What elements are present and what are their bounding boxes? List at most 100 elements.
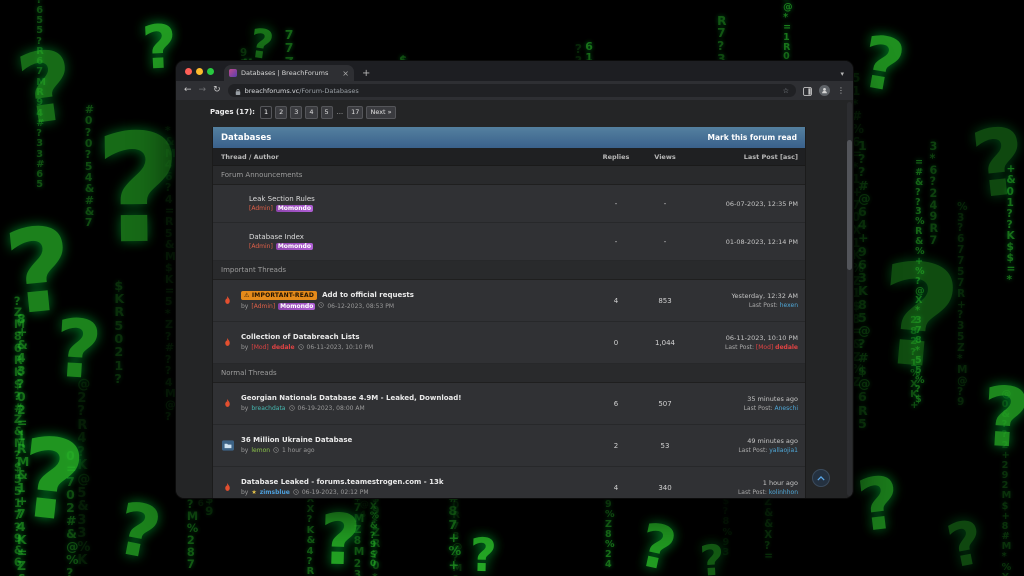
address-bar[interactable]: breachforums.vc/Forum-Databases ☆ — [228, 84, 796, 97]
thread-author-line: by ★ zimsblue 06-19-2023, 02:12 PM — [241, 489, 444, 497]
tab-favicon-icon — [229, 69, 237, 77]
author-link[interactable]: Momondo — [278, 303, 315, 310]
page-button-5[interactable]: 5 — [321, 106, 333, 119]
last-post-time: 06-11-2023, 10:10 PM — [689, 334, 798, 342]
thread-author-line: [Admin] Momondo — [249, 205, 315, 212]
last-post-cell: 06-11-2023, 10:10 PM Last Post: [Mod] de… — [689, 334, 805, 352]
new-tab-button[interactable]: + — [362, 68, 370, 79]
forum-title: Databases — [221, 133, 271, 143]
last-post-cell: 49 minutes ago Last Post: yallaojia1 — [689, 437, 805, 455]
replies-count: - — [591, 200, 641, 208]
scrollbar-thumb[interactable] — [847, 140, 852, 270]
last-post-user-link[interactable]: yallaojia1 — [769, 447, 798, 454]
replies-count: - — [591, 238, 641, 246]
column-replies[interactable]: Replies — [591, 153, 641, 161]
last-post-time: 06-07-2023, 12:35 PM — [689, 200, 805, 208]
tab-close-icon[interactable]: × — [342, 69, 349, 78]
author-link[interactable]: lemon — [251, 447, 270, 454]
pagination-label: Pages (17): — [210, 108, 255, 116]
reload-button[interactable]: ↻ — [213, 86, 221, 95]
thread-title-link[interactable]: Database Leaked - forums.teamestrogen.co… — [241, 478, 444, 486]
scroll-to-top-button[interactable] — [812, 469, 830, 487]
matrix-question-mark: ? — [980, 377, 1024, 462]
last-post-time: 35 minutes ago — [689, 395, 798, 403]
thread-title-link[interactable]: Leak Section Rules — [249, 195, 315, 203]
mark-forum-read-link[interactable]: Mark this forum read — [708, 133, 798, 142]
url-host: breachforums.vc — [245, 87, 300, 95]
last-post-time: Yesterday, 12:32 AM — [689, 292, 798, 300]
zoom-window-button[interactable] — [207, 68, 214, 75]
clock-icon — [318, 302, 324, 310]
author-rank-prefix: [Admin] — [249, 243, 273, 250]
matrix-question-mark: ? — [854, 466, 904, 542]
last-post-user-link[interactable]: kolinhhon — [769, 489, 798, 496]
last-post-user-link[interactable]: hexen — [780, 302, 798, 309]
last-post-time: 01-08-2023, 12:14 PM — [689, 238, 805, 246]
url-path: /Forum-Databases — [299, 87, 359, 95]
close-window-button[interactable] — [185, 68, 192, 75]
column-last-post[interactable]: Last Post [asc] — [689, 153, 805, 161]
matrix-glyph-column: $ K R 5 0 2 1 ? — [114, 279, 124, 386]
bookmark-star-icon[interactable]: ☆ — [783, 87, 789, 95]
views-count: - — [641, 238, 689, 246]
hot-flame-icon — [221, 482, 234, 493]
last-post-user-link[interactable]: Aneschi — [775, 405, 799, 412]
thread-title-link[interactable]: 36 Million Ukraine Database — [241, 436, 352, 444]
author-link[interactable]: Momondo — [276, 205, 313, 212]
author-rank-prefix: [Mod] — [251, 344, 268, 351]
thread-title-link[interactable]: Database Index — [249, 233, 304, 241]
author-link[interactable]: Momondo — [276, 243, 313, 250]
browser-tab[interactable]: Databases | BreachForums × — [224, 65, 354, 81]
matrix-question-mark: ? — [14, 422, 89, 538]
last-post-time: 1 hour ago — [689, 479, 798, 487]
window-controls — [185, 61, 214, 81]
last-post-user-link[interactable]: dedale — [775, 344, 798, 351]
matrix-glyph-column: # 0 ? 0 ? 5 4 & # & 7 — [85, 104, 94, 229]
column-thread-author[interactable]: Thread / Author — [213, 153, 591, 161]
sidepanel-icon[interactable] — [803, 81, 812, 100]
replies-count: 6 — [591, 400, 641, 408]
announcement-row: Leak Section Rules [Admin] Momondo - - 0… — [213, 185, 805, 223]
back-button[interactable]: ← — [184, 86, 192, 95]
last-post-cell: 35 minutes ago Last Post: Aneschi — [689, 395, 805, 413]
page-button-2[interactable]: 2 — [275, 106, 287, 119]
page-button-4[interactable]: 4 — [305, 106, 317, 119]
replies-count: 2 — [591, 442, 641, 450]
chevron-up-icon — [817, 476, 825, 481]
tab-title: Databases | BreachForums — [241, 69, 338, 77]
thread-title-link[interactable]: Collection of Databreach Lists — [241, 333, 360, 341]
matrix-question-mark: ? — [112, 492, 167, 571]
last-post-time: 49 minutes ago — [689, 437, 798, 445]
thread-title-link[interactable]: Georgian Nationals Database 4.9M - Leake… — [241, 394, 461, 402]
page-button-17[interactable]: 17 — [347, 106, 363, 119]
replies-count: 4 — [591, 484, 641, 492]
author-link[interactable]: dedale — [272, 344, 295, 351]
page-scrollbar[interactable] — [847, 102, 852, 496]
column-views[interactable]: Views — [641, 153, 689, 161]
section-forum-announcements: Forum Announcements — [213, 166, 805, 185]
thread-row: ⚠ IMPORTANT-READ Add to official request… — [213, 280, 805, 322]
profile-avatar[interactable] — [819, 85, 830, 96]
thread-title-link[interactable]: Add to official requests — [322, 291, 414, 299]
browser-menu-icon[interactable]: ⋮ — [837, 87, 845, 95]
page-button-1[interactable]: 1 — [260, 106, 272, 119]
matrix-question-mark: ? — [53, 309, 104, 392]
minimize-window-button[interactable] — [196, 68, 203, 75]
forward-button[interactable]: → — [199, 86, 207, 95]
last-post-label: Last Post: — [725, 344, 754, 351]
thread-row: Database Leaked - forums.teamestrogen.co… — [213, 467, 805, 498]
tab-search-chevron-icon[interactable]: ▾ — [840, 70, 844, 78]
author-link[interactable]: breachdata — [251, 405, 285, 412]
post-date: 06-19-2023, 02:12 PM — [302, 489, 369, 496]
author-rank-prefix: [Admin] — [249, 205, 273, 212]
column-header-row: Thread / Author Replies Views Last Post … — [213, 148, 805, 166]
post-date: 06-11-2023, 10:10 PM — [307, 344, 374, 351]
clock-icon — [293, 489, 299, 497]
matrix-question-mark: ? — [634, 515, 681, 576]
by-label: by — [241, 303, 248, 310]
page-button-3[interactable]: 3 — [290, 106, 302, 119]
folder-thread-icon — [221, 440, 234, 451]
next-page-button[interactable]: Next » — [366, 106, 395, 119]
last-post-user-rank: [Mod] — [756, 344, 773, 351]
author-link[interactable]: zimsblue — [260, 489, 290, 496]
